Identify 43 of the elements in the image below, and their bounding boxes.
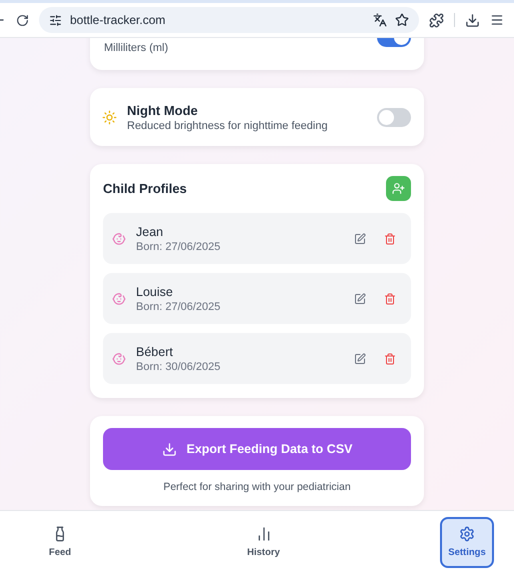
address-bar[interactable]: bottle-tracker.com xyxy=(39,7,419,33)
sun-icon xyxy=(102,110,117,124)
download-icon xyxy=(162,442,176,456)
trash-icon[interactable] xyxy=(382,290,398,306)
download-icon[interactable] xyxy=(465,12,480,28)
child-name: Louise xyxy=(136,284,174,298)
bookmark-star-icon[interactable] xyxy=(395,13,409,27)
edit-icon[interactable] xyxy=(352,350,368,366)
birth-date: Born: 27/06/2025 xyxy=(136,300,222,312)
add-child-button[interactable] xyxy=(386,176,411,201)
extensions-icon[interactable] xyxy=(429,12,444,28)
child-profile-row[interactable]: Jean Born: 27/06/2025 xyxy=(103,213,411,264)
settings-icon xyxy=(459,526,475,542)
child-profile-row[interactable]: Bébert Born: 30/06/2025 xyxy=(103,333,411,384)
baby-face-icon xyxy=(112,292,126,306)
translate-icon[interactable] xyxy=(373,13,387,27)
night-mode-toggle[interactable] xyxy=(377,108,411,126)
nav-tab[interactable]: Feed xyxy=(33,516,87,568)
baby-face-icon xyxy=(112,352,126,366)
trash-icon[interactable] xyxy=(382,230,398,246)
site-settings-icon[interactable] xyxy=(49,14,62,26)
reload-icon[interactable] xyxy=(16,14,29,26)
edit-icon[interactable] xyxy=(352,290,368,306)
nav-tab[interactable]: Settings xyxy=(440,516,494,568)
night-mode-subtitle: Reduced brightness for nighttime feeding xyxy=(127,120,329,132)
add-person-icon xyxy=(392,182,405,195)
child-name: Bébert xyxy=(136,344,174,358)
child-profiles-title: Child Profiles xyxy=(103,181,187,196)
baby-face-icon xyxy=(112,232,126,246)
nav-tab[interactable]: History xyxy=(236,516,290,568)
export-button[interactable]: Export Feeding Data to CSV xyxy=(103,428,411,470)
units-subtitle: Milliliters (ml) xyxy=(104,42,168,54)
birth-date: Born: 27/06/2025 xyxy=(136,240,222,252)
night-mode-title: Night Mode xyxy=(127,102,199,118)
edit-icon[interactable] xyxy=(352,230,368,246)
url-text: bottle-tracker.com xyxy=(70,13,166,27)
menu-icon[interactable] xyxy=(490,13,504,27)
trash-icon[interactable] xyxy=(382,350,398,366)
child-profile-row[interactable]: Louise Born: 27/06/2025 xyxy=(103,273,411,324)
child-name: Jean xyxy=(136,224,164,238)
export-note: Perfect for sharing with your pediatrician xyxy=(163,481,351,493)
birth-date: Born: 30/06/2025 xyxy=(136,360,222,372)
bar-chart-icon xyxy=(256,526,272,542)
